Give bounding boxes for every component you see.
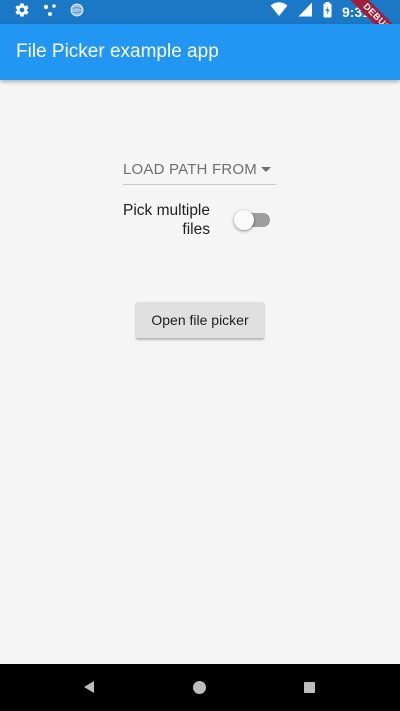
- dropdown-arrow-icon: [261, 167, 271, 172]
- status-bar: 9:31: [0, 0, 400, 24]
- back-icon[interactable]: [84, 681, 94, 693]
- cellular-icon: [298, 2, 313, 22]
- multi-pick-switch[interactable]: [234, 209, 270, 231]
- nav-bar: [0, 664, 400, 711]
- dropdown-hint: LOAD PATH FROM: [123, 161, 257, 178]
- home-icon[interactable]: [193, 681, 206, 694]
- recents-icon[interactable]: [304, 682, 315, 693]
- status-right: 9:31: [270, 1, 370, 23]
- globe-icon: [70, 3, 84, 22]
- network-icon: [42, 2, 58, 23]
- open-file-picker-button[interactable]: Open file picker: [136, 302, 264, 338]
- app-bar: File Picker example app: [0, 24, 400, 80]
- status-left: [14, 2, 84, 23]
- switch-thumb: [234, 210, 254, 230]
- app-title: File Picker example app: [16, 41, 219, 62]
- gear-icon: [14, 2, 30, 23]
- wifi-icon: [270, 2, 288, 22]
- status-time: 9:31: [341, 4, 370, 20]
- multi-pick-label: Pick multiple files: [123, 202, 210, 238]
- battery-icon: [323, 1, 332, 23]
- load-path-dropdown[interactable]: LOAD PATH FROM: [123, 155, 276, 185]
